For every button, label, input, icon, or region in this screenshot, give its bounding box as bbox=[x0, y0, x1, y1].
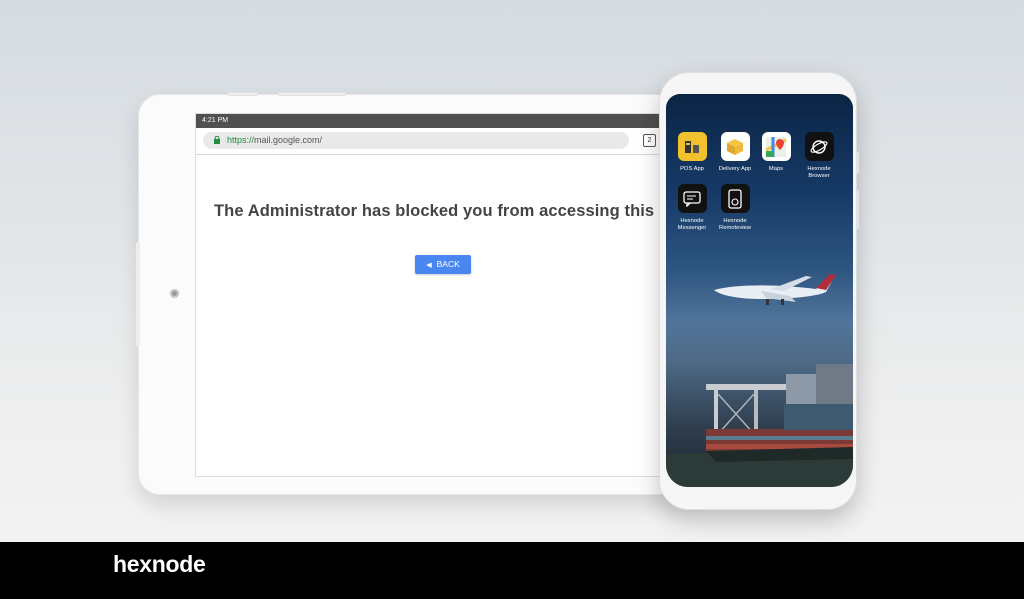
phone-power-button bbox=[856, 152, 859, 174]
back-button[interactable]: ◀ BACK bbox=[415, 255, 471, 274]
phone-home-screen: POS App Delivery App Maps Hexnode Browse… bbox=[666, 94, 853, 487]
back-label: BACK bbox=[436, 259, 460, 269]
tablet-volume-button bbox=[228, 92, 258, 96]
app-label: POS App bbox=[680, 166, 704, 172]
app-label: Hexnode Browser bbox=[807, 166, 831, 179]
back-arrow-icon: ◀ bbox=[426, 262, 432, 269]
app-label: Hexnode Messenger bbox=[677, 218, 707, 231]
footer-bar: hexnode bbox=[0, 542, 1024, 599]
tablet-side-edge bbox=[136, 242, 140, 346]
tablet-screen: 4:21 PM https://mail.google.com/ 2 The A… bbox=[195, 113, 697, 477]
app-label: Delivery App bbox=[718, 166, 752, 172]
blocked-message: The Administrator has blocked you from a… bbox=[214, 202, 697, 220]
lock-icon bbox=[214, 136, 220, 144]
phone-device: POS App Delivery App Maps Hexnode Browse… bbox=[659, 72, 859, 510]
phone-volume-button bbox=[856, 190, 859, 230]
app-hexnode-browser[interactable]: Hexnode Browser bbox=[797, 132, 841, 180]
status-bar: 4:21 PM bbox=[196, 114, 696, 128]
app-delivery[interactable]: Delivery App bbox=[713, 132, 757, 173]
app-maps[interactable]: Maps bbox=[754, 132, 798, 173]
maps-icon bbox=[761, 132, 791, 161]
app-pos[interactable]: POS App bbox=[670, 132, 714, 173]
browser-globe-icon bbox=[804, 132, 834, 161]
hexnode-logo: hexnode bbox=[113, 551, 206, 577]
tab-switcher-button[interactable]: 2 bbox=[643, 134, 656, 147]
app-label: Hexnode Remoteview bbox=[719, 218, 751, 231]
tablet-device: 4:21 PM https://mail.google.com/ 2 The A… bbox=[136, 92, 698, 495]
browser-address-bar: https://mail.google.com/ 2 bbox=[196, 128, 696, 155]
tablet-power-button bbox=[278, 92, 346, 96]
url-input[interactable]: https://mail.google.com/ bbox=[203, 132, 629, 149]
app-hexnode-messenger[interactable]: Hexnode Messenger bbox=[670, 184, 714, 232]
app-label: Maps bbox=[768, 166, 784, 172]
pos-app-icon bbox=[677, 132, 707, 161]
cargo-ship-image bbox=[666, 404, 853, 487]
url-host: mail.google.com/ bbox=[254, 135, 323, 145]
messenger-icon bbox=[677, 184, 707, 213]
app-hexnode-remoteview[interactable]: Hexnode Remoteview bbox=[713, 184, 757, 232]
remoteview-icon bbox=[720, 184, 750, 213]
url-scheme: https:// bbox=[227, 135, 255, 145]
status-time: 4:21 PM bbox=[202, 117, 229, 124]
front-camera bbox=[170, 289, 179, 298]
wallpaper-scene bbox=[666, 274, 853, 487]
delivery-box-icon bbox=[720, 132, 750, 161]
airplane-image bbox=[714, 274, 836, 305]
